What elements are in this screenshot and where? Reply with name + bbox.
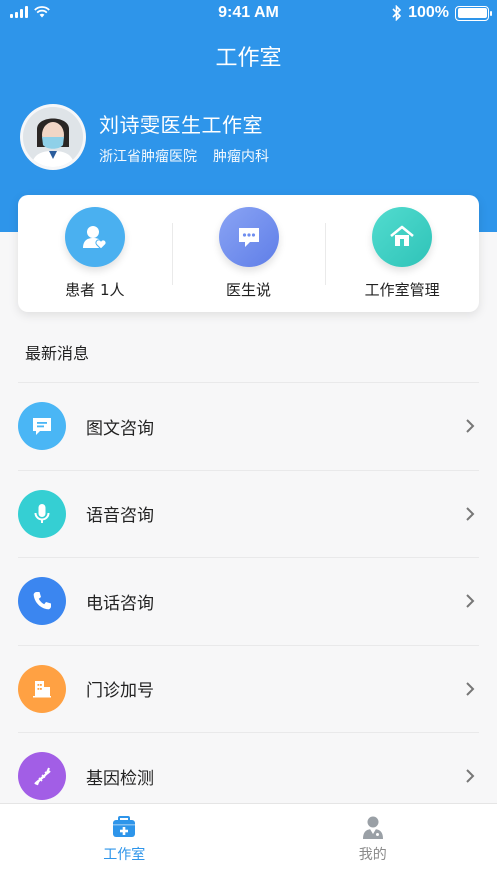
chevron-right-icon (466, 682, 475, 696)
tab-bar: 工作室 我的 (0, 803, 497, 883)
list-item-text-consult[interactable]: 图文咨询 (18, 382, 479, 470)
chat-icon (218, 207, 279, 267)
tab-label: 工作室 (103, 847, 146, 863)
page-title: 工作室 (215, 46, 282, 71)
studio-name: 刘诗雯医生工作室 (99, 112, 263, 137)
status-right: 100% (392, 4, 492, 22)
section-title: 最新消息 (25, 344, 90, 363)
quick-action-patients[interactable]: 患者 1人 (18, 195, 172, 312)
profile-text: 刘诗雯医生工作室 浙江省肿瘤医院 肿瘤内科 (99, 109, 269, 166)
hospital-name: 浙江省肿瘤医院 (99, 148, 197, 165)
tab-studio[interactable]: 工作室 (0, 804, 249, 883)
consultation-list: 图文咨询 语音咨询 电话咨询 门诊加号 基因检测 (18, 382, 479, 820)
microphone-icon (18, 489, 66, 538)
clinic-icon (18, 664, 66, 713)
message-icon (18, 402, 66, 451)
list-item-phone-consult[interactable]: 电话咨询 (18, 557, 479, 645)
department-name: 肿瘤内科 (213, 148, 269, 165)
dna-icon (18, 752, 66, 801)
quick-action-studio-management[interactable]: 工作室管理 (325, 195, 479, 312)
list-item-voice-consult[interactable]: 语音咨询 (18, 469, 479, 558)
status-bar: 9:41 AM 100% (0, 0, 497, 28)
quick-action-label: 医生说 (226, 281, 272, 299)
list-item-label: 图文咨询 (86, 418, 154, 439)
quick-actions-card: 患者 1人 医生说 工作室管理 (18, 195, 479, 312)
quick-action-label: 患者 1人 (65, 281, 125, 299)
battery-percent: 100% (408, 4, 449, 21)
quick-action-doctor-says[interactable]: 医生说 (171, 195, 326, 312)
bluetooth-icon (392, 5, 402, 21)
medical-kit-icon (113, 816, 136, 837)
avatar[interactable] (20, 104, 86, 170)
chevron-right-icon (466, 594, 475, 608)
list-item-clinic-appointment[interactable]: 门诊加号 (18, 644, 479, 733)
list-item-label: 门诊加号 (86, 681, 154, 702)
hospital-info: 浙江省肿瘤医院 肿瘤内科 (99, 146, 269, 166)
list-item-label: 语音咨询 (86, 506, 154, 527)
doctor-profile[interactable]: 刘诗雯医生工作室 浙江省肿瘤医院 肿瘤内科 (20, 104, 269, 170)
phone-icon (18, 577, 66, 626)
quick-action-label: 工作室管理 (364, 281, 440, 299)
home-icon (372, 207, 433, 267)
tab-mine[interactable]: 我的 (249, 804, 497, 883)
list-item-label: 基因检测 (86, 768, 154, 789)
doctor-avatar-icon (23, 107, 83, 167)
battery-icon (455, 5, 492, 21)
chevron-right-icon (466, 419, 475, 433)
list-item-label: 电话咨询 (86, 593, 154, 614)
doctor-icon (362, 816, 383, 839)
chevron-right-icon (466, 507, 475, 521)
tab-label: 我的 (358, 847, 387, 863)
chevron-right-icon (466, 769, 475, 783)
patients-icon (64, 207, 125, 267)
